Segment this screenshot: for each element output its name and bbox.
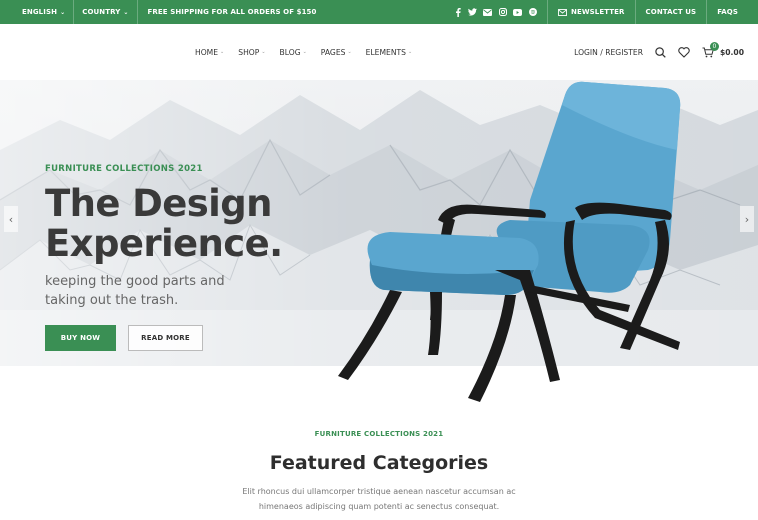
twitter-icon[interactable] <box>468 8 477 17</box>
featured-kicker: FURNITURE COLLECTIONS 2021 <box>314 430 444 438</box>
cart-total: $0.00 <box>719 47 744 57</box>
newsletter-label: NEWSLETTER <box>571 8 625 16</box>
chevron-down-icon: ⌄ <box>60 8 66 16</box>
heart-icon[interactable] <box>678 46 690 58</box>
chevron-down-icon: ⌄ <box>220 49 225 55</box>
featured-title: Featured Categories <box>269 452 489 474</box>
contact-us-link[interactable]: CONTACT US <box>636 0 708 24</box>
nav-item-shop[interactable]: SHOP ⌄ <box>238 48 265 57</box>
language-label: ENGLISH <box>22 8 58 16</box>
country-selector[interactable]: COUNTRY ⌄ <box>74 0 138 24</box>
top-bar: ENGLISH ⌄ COUNTRY ⌄ FREE SHIPPING FOR AL… <box>0 0 758 24</box>
hero-kicker: FURNITURE COLLECTIONS 2021 <box>45 164 203 174</box>
buy-now-button[interactable]: BUY NOW <box>45 325 116 351</box>
shipping-notice: FREE SHIPPING FOR ALL ORDERS OF $150 <box>147 8 317 16</box>
instagram-icon[interactable] <box>498 8 507 17</box>
hero-subtitle: keeping the good parts and taking out th… <box>45 274 225 308</box>
nav-item-elements[interactable]: ELEMENTS ⌄ <box>366 48 413 57</box>
chevron-down-icon: ⌄ <box>261 49 266 55</box>
slider-next-arrow[interactable]: › <box>740 206 754 232</box>
cart-icon: 0 <box>702 41 719 58</box>
nav-item-pages[interactable]: PAGES ⌄ <box>321 48 352 57</box>
header-actions: LOGIN / REGISTER 0 $0.00 <box>574 24 744 80</box>
envelope-icon <box>558 8 567 16</box>
search-icon[interactable] <box>655 46 666 58</box>
read-more-button[interactable]: READ MORE <box>128 325 203 351</box>
youtube-icon[interactable] <box>513 8 522 17</box>
main-nav: HOME ⌄ SHOP ⌄ BLOG ⌄ PAGES ⌄ ELEMENTS ⌄ <box>195 24 412 80</box>
chevron-down-icon: ⌄ <box>302 49 307 55</box>
login-register-link[interactable]: LOGIN / REGISTER <box>574 48 643 57</box>
email-icon[interactable] <box>483 8 492 17</box>
country-label: COUNTRY <box>82 8 121 16</box>
social-links <box>453 0 548 24</box>
cart-count-badge: 0 <box>709 41 719 51</box>
slider-prev-arrow[interactable]: ‹ <box>4 206 18 232</box>
featured-description: Elit rhoncus dui ullamcorper tristique a… <box>242 487 516 511</box>
spotify-icon[interactable] <box>528 8 537 17</box>
hero-content: FURNITURE COLLECTIONS 2021 The Design Ex… <box>45 164 345 351</box>
chevron-down-icon: ⌄ <box>407 49 413 55</box>
facebook-icon[interactable] <box>453 7 462 17</box>
main-header: HOME ⌄ SHOP ⌄ BLOG ⌄ PAGES ⌄ ELEMENTS ⌄ LOGIN… <box>0 24 758 80</box>
chair-image <box>338 81 681 402</box>
faqs-link[interactable]: FAQS <box>707 0 758 24</box>
hero-buttons: BUY NOW READ MORE <box>45 325 345 351</box>
language-selector[interactable]: ENGLISH ⌄ <box>0 0 75 24</box>
nav-item-blog[interactable]: BLOG ⌄ <box>280 48 307 57</box>
hero-title: The Design Experience. <box>45 182 283 265</box>
chevron-down-icon: ⌄ <box>347 49 352 55</box>
nav-item-home[interactable]: HOME ⌄ <box>195 48 224 57</box>
chevron-down-icon: ⌄ <box>123 8 129 16</box>
newsletter-link[interactable]: NEWSLETTER <box>548 0 636 24</box>
cart-button[interactable]: 0 $0.00 <box>702 41 744 58</box>
